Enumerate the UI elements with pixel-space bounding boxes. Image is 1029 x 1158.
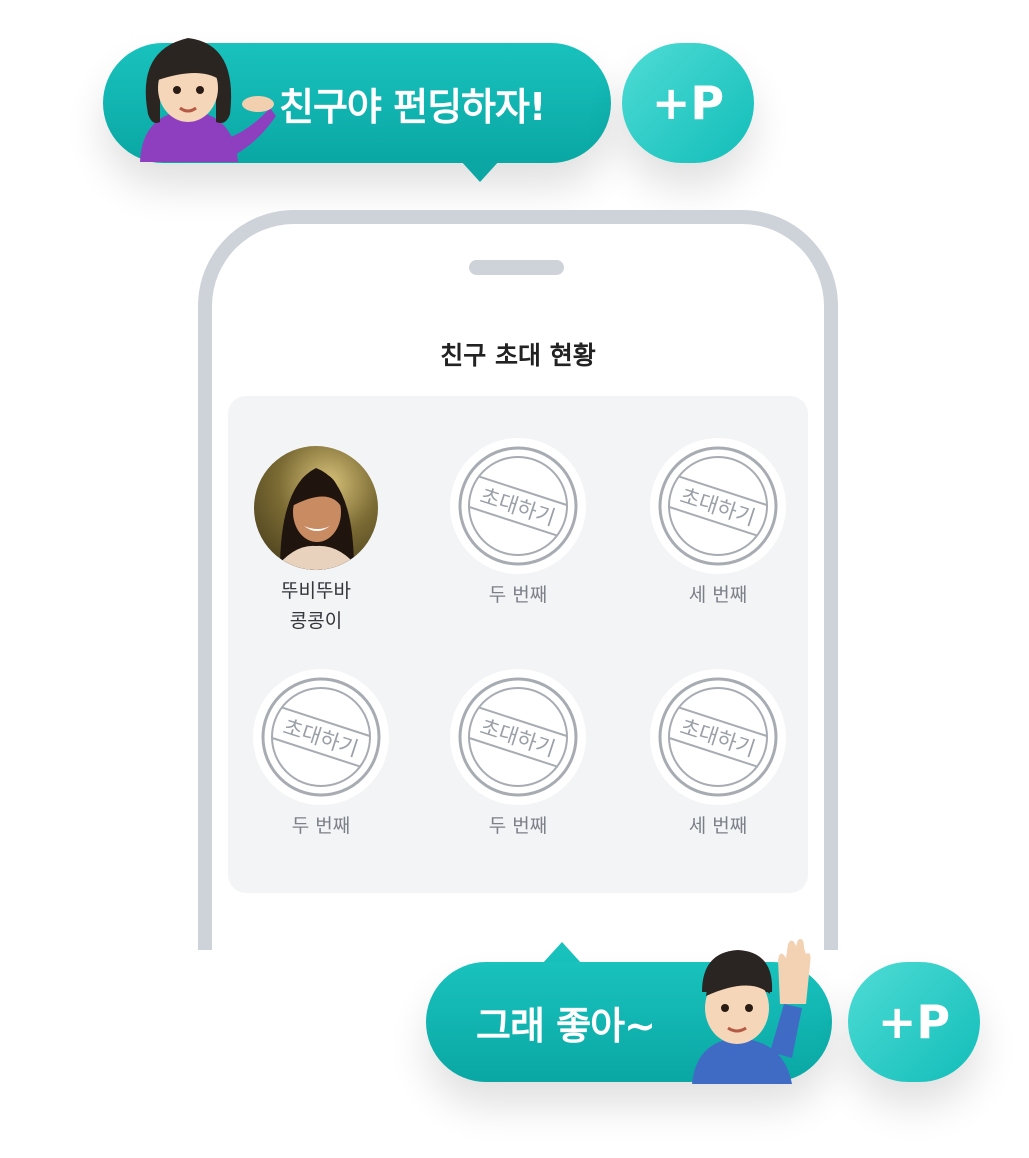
phone-speaker xyxy=(469,260,564,275)
invite-stamp-button[interactable]: 초대하기 xyxy=(650,438,786,574)
slot-label: 두 번째 xyxy=(488,815,548,837)
invite-slot-5[interactable]: 초대하기 두 번째 xyxy=(418,669,618,841)
slot-label: 두 번째 xyxy=(291,815,351,837)
top-points-text: +P xyxy=(651,76,725,130)
bottom-bubble-text: 그래 좋아~ xyxy=(476,1003,656,1048)
friend-name-line2: 콩콩이 xyxy=(289,610,343,632)
slot-label: 세 번째 xyxy=(688,584,748,606)
slot-label: 세 번째 xyxy=(688,815,748,837)
friend-name: 뚜비뚜바 콩콩이 xyxy=(216,576,416,636)
screen-title: 친구 초대 현황 xyxy=(440,341,596,370)
invite-stamp-button[interactable]: 초대하기 xyxy=(450,669,586,805)
invite-stamp-icon: 초대하기 xyxy=(658,446,778,566)
slot-label: 두 번째 xyxy=(488,584,548,606)
invite-slot-6[interactable]: 초대하기 세 번째 xyxy=(618,669,818,841)
invite-stamp-button[interactable]: 초대하기 xyxy=(650,669,786,805)
top-points-badge: +P xyxy=(622,43,754,163)
invite-stamp-icon: 초대하기 xyxy=(658,677,778,797)
invite-stamp-button[interactable]: 초대하기 xyxy=(450,438,586,574)
invite-status-panel: 뚜비뚜바 콩콩이 초대하기 두 번째 초대하기 세 번째 초대하기 두 번째 초… xyxy=(228,396,808,893)
invite-stamp-button[interactable]: 초대하기 xyxy=(253,669,389,805)
man-raising-hand-emoji xyxy=(688,934,818,1084)
bottom-points-text: +P xyxy=(877,995,951,1049)
bottom-points-badge: +P xyxy=(848,962,980,1082)
invite-slot-2[interactable]: 초대하기 두 번째 xyxy=(418,438,618,610)
invite-stamp-icon: 초대하기 xyxy=(458,677,578,797)
invite-stamp-icon: 초대하기 xyxy=(458,446,578,566)
invite-slot-4[interactable]: 초대하기 두 번째 xyxy=(221,669,421,841)
top-bubble-text: 친구야 펀딩하자! xyxy=(279,84,546,129)
friend-name-line1: 뚜비뚜바 xyxy=(281,580,351,602)
woman-tipping-hand-emoji xyxy=(130,30,280,162)
top-bubble-tail xyxy=(460,160,500,182)
invite-stamp-icon: 초대하기 xyxy=(261,677,381,797)
bottom-bubble-tail xyxy=(542,942,582,964)
invite-slot-3[interactable]: 초대하기 세 번째 xyxy=(618,438,818,610)
invited-friend-slot[interactable]: 뚜비뚜바 콩콩이 xyxy=(216,446,416,636)
phone-frame: 친구 초대 현황 뚜비뚜바 콩콩이 초대하기 두 번째 초대하기 세 번째 초대… xyxy=(198,210,838,950)
friend-avatar xyxy=(254,446,378,570)
